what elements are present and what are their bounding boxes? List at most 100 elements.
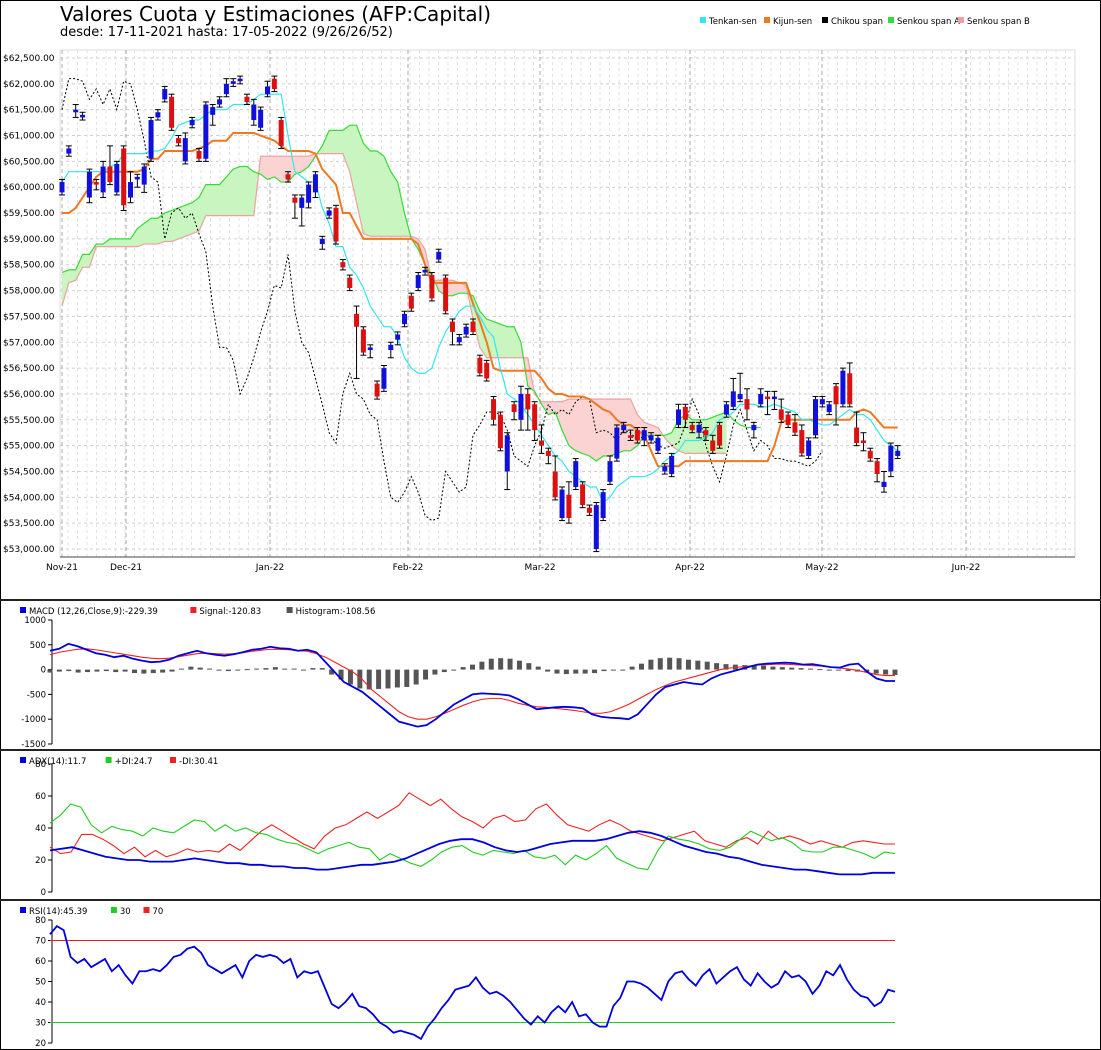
histogram-bar xyxy=(254,668,260,670)
histogram-bar xyxy=(207,668,213,670)
histogram-bar xyxy=(488,658,494,670)
legend-swatch xyxy=(764,17,770,23)
y-tick-label: $57,000.00 xyxy=(3,338,55,348)
candle-body xyxy=(840,370,846,405)
histogram-bar xyxy=(714,663,720,670)
legend-label: Signal:-120.83 xyxy=(199,607,261,617)
candle-body xyxy=(223,83,229,95)
histogram-bar xyxy=(685,659,691,670)
histogram-bar xyxy=(892,669,898,675)
candle-body xyxy=(655,437,661,451)
candle-body xyxy=(73,109,79,113)
cloud-segment xyxy=(267,155,275,180)
histogram-bar xyxy=(423,669,429,680)
candle-body xyxy=(306,184,312,203)
histogram-bar xyxy=(441,669,447,673)
y-tick-label: $57,500.00 xyxy=(3,312,55,322)
candle-body xyxy=(326,210,332,216)
candle-body xyxy=(93,182,99,185)
candle-body xyxy=(66,148,72,154)
main-legend-items: Tenkan-sen Kijun-sen Chikou span Senkou spa… xyxy=(700,17,1030,27)
cloud-segment xyxy=(507,326,515,359)
histogram-bar xyxy=(460,667,466,670)
candle-body xyxy=(874,461,880,475)
candle-body xyxy=(422,269,428,273)
y-tick-label: $60,000.00 xyxy=(3,183,55,193)
cloud-segment xyxy=(123,238,131,247)
histogram-bar xyxy=(610,669,616,671)
legend-label: Senkou span B xyxy=(967,17,1030,27)
candle-body xyxy=(347,277,353,288)
histogram-bar xyxy=(845,669,851,672)
candle-body xyxy=(59,182,65,193)
x-tick-label: May-22 xyxy=(805,563,838,573)
candle-body xyxy=(799,430,805,454)
candle-body xyxy=(408,295,414,309)
legend-label: Senkou span A xyxy=(897,17,960,27)
histogram-bar xyxy=(282,668,288,670)
histogram-bar xyxy=(85,669,91,673)
candle-body xyxy=(497,414,503,449)
histogram-bar xyxy=(132,669,137,674)
y-tick-label: $62,000.00 xyxy=(3,80,55,90)
legend-swatch xyxy=(958,17,964,23)
y-tick-label: 40 xyxy=(35,824,46,834)
candle-body xyxy=(689,424,695,431)
y-tick-label: $53,000.00 xyxy=(3,545,55,555)
histogram-bar xyxy=(601,669,607,672)
legend-swatch xyxy=(822,17,828,23)
candle-body xyxy=(539,440,544,446)
candle-body xyxy=(299,197,305,208)
cloud-segment xyxy=(233,166,241,216)
candle-body xyxy=(573,461,579,487)
histogram-bar xyxy=(639,663,644,670)
y-tick-label: 80 xyxy=(35,916,46,926)
candle-body xyxy=(395,334,401,340)
y-tick-label: $59,500.00 xyxy=(3,209,55,219)
histogram-bar xyxy=(244,669,250,671)
candle-body xyxy=(737,393,743,400)
histogram-bar xyxy=(873,669,879,674)
ichimoku-candlestick-chart: $53,000.00 $53,500.00 $54,000.00 $54,500.00… xyxy=(3,17,1076,573)
legend-label: Chikou span xyxy=(831,17,883,27)
cloud-segment xyxy=(698,419,707,454)
candle-body xyxy=(813,399,818,436)
candle-body xyxy=(634,430,640,441)
candle-body xyxy=(360,329,366,353)
cloud-segment xyxy=(370,150,378,237)
minus-di-line xyxy=(49,792,895,858)
candle-body xyxy=(696,424,702,433)
y-tick-label: 1000 xyxy=(24,616,46,626)
candle-body xyxy=(237,78,243,82)
histogram-bar xyxy=(479,661,485,670)
candle-body xyxy=(169,96,175,128)
candle-body xyxy=(175,138,181,144)
cloud-segment xyxy=(150,217,159,245)
candle-body xyxy=(593,505,599,549)
candle-body xyxy=(155,112,161,118)
histogram-bar xyxy=(103,669,109,672)
histogram-bar xyxy=(66,669,72,672)
legend-label: 30 xyxy=(120,907,131,917)
plus-di-line xyxy=(49,803,896,871)
histogram-bar xyxy=(160,669,166,673)
histogram-bar xyxy=(516,660,522,670)
candle-body xyxy=(703,430,709,436)
histogram-bar xyxy=(817,669,823,671)
cloud-segment xyxy=(82,254,90,268)
candle-body xyxy=(162,89,168,100)
candle-body xyxy=(545,450,551,456)
y-tick-label: $53,500.00 xyxy=(3,519,55,529)
histogram-bar xyxy=(385,669,391,689)
candle-body xyxy=(100,166,106,193)
candle-body xyxy=(806,440,812,456)
cloud-segment xyxy=(212,184,220,216)
x-tick-label: Mar-22 xyxy=(524,563,555,573)
histogram-bar xyxy=(113,669,119,673)
cloud-segment xyxy=(568,398,576,452)
histogram-bar xyxy=(470,664,475,670)
candle-body xyxy=(586,507,592,513)
candle-body xyxy=(244,96,250,102)
candle-body xyxy=(819,399,825,405)
candle-body xyxy=(319,238,325,245)
